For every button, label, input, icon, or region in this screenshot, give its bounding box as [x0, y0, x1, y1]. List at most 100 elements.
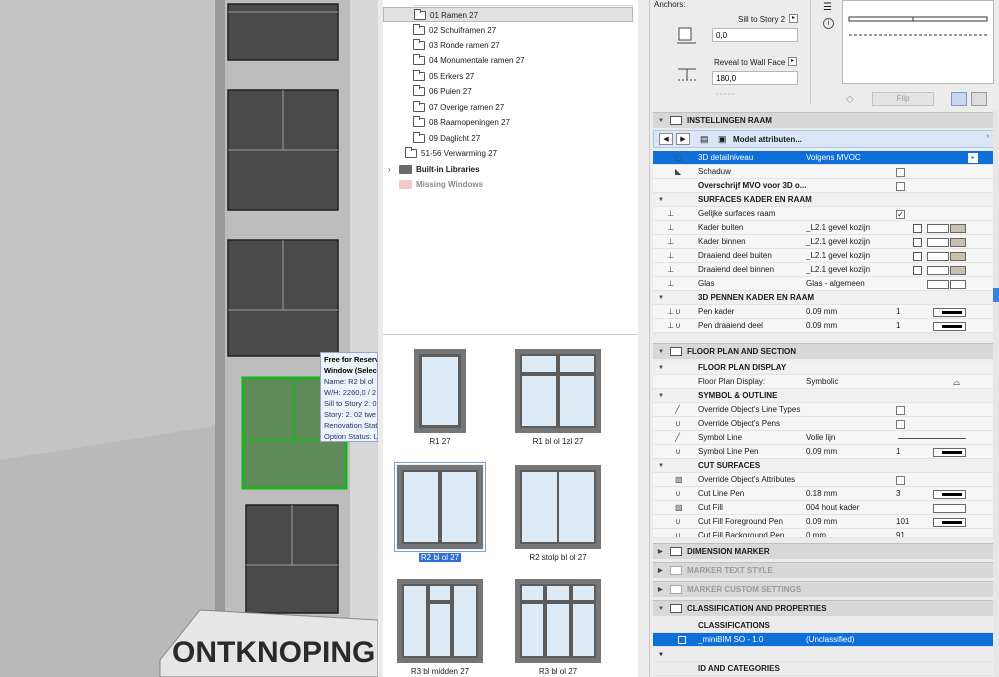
tree-missing-windows[interactable]: Missing Windows — [383, 177, 633, 192]
row-override-line-types[interactable]: ╱ Override Object's Line Types — [653, 403, 994, 417]
row-draaiend-deel-buiten[interactable]: ⊥ Draaiend deel buiten _L2.1 gevel kozij… — [653, 249, 994, 263]
row-cut-fill-background-pen[interactable]: ∪ Cut Fill Background Pen 0 mm 91 — [653, 529, 994, 538]
nav-next-button[interactable]: ▶ — [676, 133, 690, 145]
group-floor-plan-display[interactable]: ▼ FLOOR PLAN DISPLAY — [653, 361, 994, 375]
section-floor-plan-and-section[interactable]: ▼ FLOOR PLAN AND SECTION — [653, 343, 994, 359]
row-classification-minibim[interactable]: _miniBIM SO - 1.0 (Unclassified) — [653, 633, 994, 647]
line-type-swatch[interactable] — [898, 438, 966, 439]
tree-folder-02-schuiframen[interactable]: 02 Schuiframen 27 — [383, 23, 633, 38]
preview-r2-bl-ol-27[interactable]: R2 bl ol 27 — [385, 462, 495, 562]
anchor-point-selector-icon[interactable]: ▫▫▫▫▫ — [716, 92, 737, 98]
pen-swatch[interactable] — [933, 448, 966, 457]
preview-r1-27[interactable]: R1 27 — [385, 348, 495, 446]
override-line-types-checkbox[interactable] — [896, 406, 905, 415]
scrollbar-thumb[interactable] — [993, 288, 999, 302]
classification-checkbox[interactable] — [678, 636, 686, 644]
sill-to-story-field[interactable] — [712, 28, 798, 42]
fill-swatch[interactable] — [933, 504, 966, 513]
collapse-triangle-icon[interactable]: ▼ — [658, 361, 664, 375]
tree-folder-04-monumentale-ramen[interactable]: 04 Monumentale ramen 27 — [383, 53, 633, 68]
preview-r2-stolp-bl-ol-27[interactable]: R2 stolp bl ol 27 — [503, 464, 613, 562]
tree-folder-03-ronde-ramen[interactable]: 03 Ronde ramen 27 — [383, 38, 633, 53]
door-hinge-left-icon[interactable] — [951, 92, 967, 106]
row-kader-binnen[interactable]: ⊥ Kader binnen _L2.1 gevel kozijn — [653, 235, 994, 249]
pen-swatch[interactable] — [933, 308, 966, 317]
row-draaiend-deel-binnen[interactable]: ⊥ Draaiend deel binnen _L2.1 gevel kozij… — [653, 263, 994, 277]
row-more-indicator[interactable]: ▼ — [653, 648, 994, 662]
collapse-triangle-icon[interactable]: ▼ — [658, 113, 664, 129]
surface-swatch[interactable] — [927, 224, 949, 233]
group-symbol-and-outline[interactable]: ▼ SYMBOL & OUTLINE — [653, 389, 994, 403]
expand-triangle-icon[interactable]: ▶ — [658, 563, 663, 579]
surface-color-swatch[interactable] — [950, 238, 966, 247]
surface-color-swatch[interactable] — [950, 252, 966, 261]
flip-button[interactable]: Flip — [872, 92, 934, 106]
reveal-to-wall-face-field[interactable] — [712, 71, 798, 85]
row-floor-plan-display[interactable]: Floor Plan Display: Symbolic ⌓ — [653, 375, 994, 389]
row-symbol-line[interactable]: ╱ Symbol Line Volle lijn — [653, 431, 994, 445]
display-mode-icon[interactable]: ⌓ — [953, 375, 960, 389]
tree-folder-01-ramen[interactable]: 01 Ramen 27 — [383, 7, 633, 22]
settings-scrollbar[interactable] — [993, 110, 999, 677]
tree-folder-08-raamopeningen[interactable]: 08 Raamopeningen 27 — [383, 115, 633, 130]
override-attributes-checkbox[interactable] — [896, 476, 905, 485]
tree-folder-51-56-verwarming[interactable]: 51-56 Verwarming 27 — [383, 146, 633, 161]
reveal-dropdown-arrow-icon[interactable]: ▸ — [788, 57, 797, 66]
group-classifications[interactable]: CLASSIFICATIONS — [653, 619, 994, 633]
nav-prev-button[interactable]: ◀ — [659, 133, 673, 145]
row-symbol-line-pen[interactable]: ∪ Symbol Line Pen 0.09 mm 1 — [653, 445, 994, 459]
surface-picker-icon[interactable] — [913, 252, 922, 261]
pen-swatch[interactable] — [933, 490, 966, 499]
expand-triangle-icon[interactable]: ▶ — [658, 582, 663, 598]
section-classification-and-properties[interactable]: ▼ CLASSIFICATION AND PROPERTIES — [653, 600, 994, 616]
tree-built-in-libraries[interactable]: › Built-in Libraries — [383, 162, 633, 177]
group-3d-pennen-kader-en-raam[interactable]: ▼ 3D PENNEN KADER EN RAAM — [653, 291, 994, 305]
collapse-triangle-icon[interactable]: ▼ — [658, 389, 664, 403]
row-gelijke-surfaces-raam[interactable]: ⊥ Gelijke surfaces raam ✓ — [653, 207, 994, 221]
row-cut-fill[interactable]: ▨ Cut Fill 004 hout kader — [653, 501, 994, 515]
gelijke-surfaces-checkbox[interactable]: ✓ — [896, 210, 905, 219]
tree-folder-09-daglicht[interactable]: 09 Daglicht 27 — [383, 131, 633, 146]
surface-picker-icon[interactable] — [913, 224, 922, 233]
row-overschrijf-mvo[interactable]: Overschrijf MVO voor 3D o... — [653, 179, 994, 193]
sill-dropdown-arrow-icon[interactable]: ▸ — [789, 14, 798, 23]
surface-swatch[interactable] — [927, 266, 949, 275]
group-surfaces-kader-en-raam[interactable]: ▼ SURFACES KADER EN RAAM — [653, 193, 994, 207]
override-pens-checkbox[interactable] — [896, 420, 905, 429]
row-override-pens[interactable]: ∪ Override Object's Pens — [653, 417, 994, 431]
tree-folder-06-puien[interactable]: 06 Puien 27 — [383, 84, 633, 99]
collapse-triangle-icon[interactable]: ▼ — [658, 344, 664, 360]
row-kader-buiten[interactable]: ⊥ Kader buiten _L2.1 gevel kozijn — [653, 221, 994, 235]
collapse-triangle-icon[interactable]: ▼ — [658, 648, 664, 662]
dropdown-arrow-icon[interactable]: ▸ — [968, 153, 978, 163]
chevron-right-icon[interactable]: › — [388, 162, 391, 177]
collapse-triangle-icon[interactable]: ▼ — [658, 193, 664, 207]
tree-folder-07-overige-ramen[interactable]: 07 Overige ramen 27 — [383, 100, 633, 115]
surface-picker-icon[interactable] — [913, 238, 922, 247]
pen-swatch[interactable] — [933, 518, 966, 527]
model-attributes-bar[interactable]: ◀ ▶ ▤ ▣ Model attributen... › — [653, 130, 994, 148]
surface-picker-icon[interactable] — [913, 266, 922, 275]
preview-r3-bl-ol-27[interactable]: R3 bl ol 27 — [503, 578, 613, 676]
surface-swatch[interactable] — [927, 252, 949, 261]
row-schaduw[interactable]: ◣ Schaduw — [653, 165, 994, 179]
group-cut-surfaces[interactable]: ▼ CUT SURFACES — [653, 459, 994, 473]
door-hinge-right-icon[interactable] — [971, 92, 987, 106]
surface-swatch[interactable] — [927, 238, 949, 247]
schedule-icon[interactable]: ☰ — [823, 2, 832, 13]
row-cut-fill-foreground-pen[interactable]: ∪ Cut Fill Foreground Pen 0.09 mm 101 — [653, 515, 994, 529]
preview-r3-bl-midden-27[interactable]: R3 bl midden 27 — [385, 578, 495, 676]
collapse-triangle-icon[interactable]: ▼ — [658, 459, 664, 473]
info-icon[interactable]: i — [823, 18, 834, 29]
preview-r1-bl-ol-1zl-27[interactable]: R1 bl ol 1zl 27 — [503, 348, 613, 446]
row-3d-detailniveau[interactable]: ▢ 3D detailniveau Volgens MVOC ▸ — [653, 151, 994, 165]
row-pen-draaiend-deel[interactable]: ⊥ ∪ Pen draaiend deel 0.09 mm 1 — [653, 319, 994, 333]
group-id-and-categories[interactable]: ID AND CATEGORIES — [653, 662, 994, 676]
tree-folder-05-erkers[interactable]: 05 Erkers 27 — [383, 69, 633, 84]
section-dimension-marker[interactable]: ▶ DIMENSION MARKER — [653, 543, 994, 559]
expand-triangle-icon[interactable]: ▶ — [658, 544, 663, 560]
section-marker-custom-settings[interactable]: ▶ MARKER CUSTOM SETTINGS — [653, 581, 994, 597]
surface-swatch[interactable] — [927, 280, 949, 289]
surface-color-swatch[interactable] — [950, 224, 966, 233]
section-instellingen-raam[interactable]: ▼ INSTELLINGEN RAAM — [653, 112, 994, 128]
